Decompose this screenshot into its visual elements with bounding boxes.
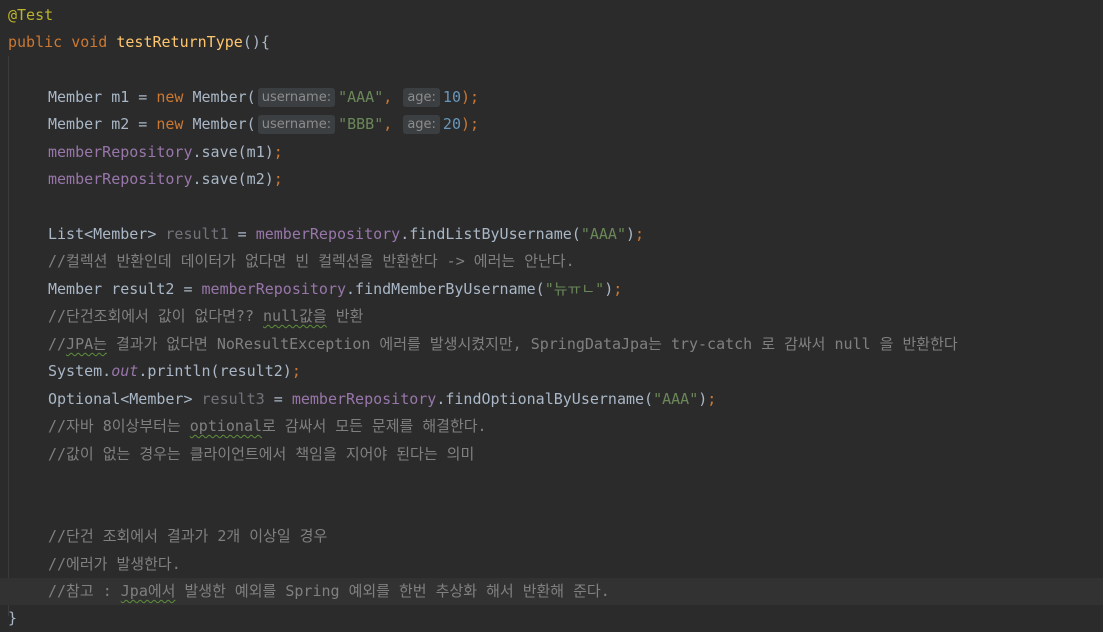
param-hint-age: age: — [403, 115, 440, 134]
save-call: .save(m1) — [192, 143, 274, 161]
param-hint-age: age: — [403, 88, 440, 107]
close-paren: ) — [626, 225, 636, 243]
comma: , — [383, 88, 402, 106]
m1-username-string: "AAA" — [338, 88, 384, 106]
m2-username-string: "BBB" — [338, 115, 384, 133]
code-line-save-m1[interactable]: memberRepository.save(m1); — [0, 139, 1103, 166]
keyword-new: new — [156, 115, 184, 133]
code-line-result2[interactable]: Member result2 = memberRepository.findMe… — [0, 276, 1103, 303]
m2-end: ); — [460, 115, 480, 133]
code-line-close-brace[interactable]: } — [0, 605, 1103, 632]
m1-decl: Member m1 = — [48, 88, 157, 106]
code-line-member-m1[interactable]: Member m1 = new Member(username: "AAA", a… — [0, 84, 1103, 111]
string-literal: "AAA" — [580, 225, 626, 243]
code-editor[interactable]: @Test public void testReturnType(){ Memb… — [0, 0, 1103, 632]
code-line-comment[interactable]: //자바 8이상부터는 optional로 감싸서 모든 문제를 해결한다. — [0, 413, 1103, 440]
comment-text: // — [48, 335, 67, 353]
m2-ctor: Member( — [183, 115, 256, 133]
comment-text: 반환 — [326, 307, 364, 325]
typo-underlined-word: null값을 — [263, 307, 327, 325]
semicolon: ; — [613, 280, 623, 298]
comment-text: //컬렉션 반환인데 데이터가 없다면 빈 컬렉션을 반환한다 -> 에러는 안… — [48, 252, 575, 270]
method-name: testReturnType — [116, 33, 243, 51]
typo-underlined-word: optional — [189, 417, 263, 435]
keyword-void: void — [71, 33, 108, 51]
assign: = — [228, 225, 256, 243]
list-type: List<Member> — [48, 225, 166, 243]
m1-end: ); — [460, 88, 480, 106]
find-member-call: .findMemberByUsername( — [346, 280, 545, 298]
typo-underlined-word: JPA는 — [66, 335, 107, 353]
code-line-annotation[interactable]: @Test — [0, 2, 1103, 29]
comment-text: //단건 조회에서 결과가 2개 이상일 경우 — [48, 527, 328, 545]
comment-text: //값이 없는 경우는 클라이언트에서 책임을 지어야 된다는 의미 — [48, 445, 475, 463]
typo-underlined-word: Jpa에서 — [120, 582, 176, 600]
member-repository-field: memberRepository — [201, 280, 347, 298]
code-line-println[interactable]: System.out.println(result2); — [0, 358, 1103, 385]
code-line-save-m2[interactable]: memberRepository.save(m2); — [0, 166, 1103, 193]
code-line-comment[interactable]: //에러가 발생한다. — [0, 551, 1103, 578]
semicolon: ; — [273, 170, 283, 188]
member-repository-field: memberRepository — [291, 390, 437, 408]
member-repository-field: memberRepository — [255, 225, 401, 243]
comment-text: //자바 8이상부터는 — [48, 417, 190, 435]
semicolon: ; — [291, 362, 301, 380]
close-paren: ) — [604, 280, 614, 298]
system-class: System. — [48, 362, 112, 380]
optional-type: Optional<Member> — [48, 390, 202, 408]
comment-text: //단건조회에서 값이 없다면?? — [48, 307, 264, 325]
code-line-result3[interactable]: Optional<Member> result3 = memberReposit… — [0, 386, 1103, 413]
m1-age-number: 10 — [442, 88, 461, 106]
member-repository-field: memberRepository — [48, 170, 193, 188]
comment-text: 결과가 없다면 NoResultException 에러를 발생시켰지만, Sp… — [106, 335, 958, 353]
member-repository-field: memberRepository — [48, 143, 193, 161]
method-open: (){ — [242, 33, 270, 51]
param-hint-username: username: — [257, 88, 336, 107]
comment-text: //참고 : — [48, 582, 121, 600]
code-line-member-m2[interactable]: Member m2 = new Member(username: "BBB", a… — [0, 111, 1103, 138]
code-line-comment[interactable]: //JPA는 결과가 없다면 NoResultException 에러를 발생시… — [0, 331, 1103, 358]
code-line-comment[interactable]: //단건조회에서 값이 없다면?? null값을 반환 — [0, 303, 1103, 330]
find-list-call: .findListByUsername( — [400, 225, 581, 243]
closing-brace: } — [8, 609, 18, 627]
comment-text: 발생한 예외를 Spring 예외를 한번 추상화 해서 반환해 준다. — [175, 582, 610, 600]
keyword-new: new — [156, 88, 184, 106]
code-line-result1[interactable]: List<Member> result1 = memberRepository.… — [0, 221, 1103, 248]
out-static-field: out — [111, 362, 139, 380]
comment-text: //에러가 발생한다. — [48, 555, 181, 573]
param-hint-username: username: — [257, 115, 336, 134]
code-line-comment[interactable]: //컬렉션 반환인데 데이터가 없다면 빈 컬렉션을 반환한다 -> 에러는 안… — [0, 248, 1103, 275]
code-line-method-signature[interactable]: public void testReturnType(){ — [0, 29, 1103, 56]
test-annotation: @Test — [8, 6, 54, 24]
println-call: .println(result2) — [138, 362, 292, 380]
code-line-current[interactable]: //참고 : Jpa에서 발생한 예외를 Spring 예외를 한번 추상화 해… — [0, 578, 1103, 605]
semicolon: ; — [707, 390, 717, 408]
keyword-public: public — [8, 33, 63, 51]
member-type: Member result2 = — [48, 280, 202, 298]
semicolon: ; — [273, 143, 283, 161]
m2-age-number: 20 — [442, 115, 461, 133]
m2-decl: Member m2 = — [48, 115, 157, 133]
save-call: .save(m2) — [192, 170, 274, 188]
close-paren: ) — [698, 390, 708, 408]
string-literal: "AAA" — [653, 390, 699, 408]
code-line-comment[interactable]: //값이 없는 경우는 클라이언트에서 책임을 지어야 된다는 의미 — [0, 441, 1103, 468]
semicolon: ; — [635, 225, 645, 243]
comma: , — [383, 115, 402, 133]
find-optional-call: .findOptionalByUsername( — [436, 390, 654, 408]
comment-text: 로 감싸서 모든 문제를 해결한다. — [262, 417, 487, 435]
result3-variable: result3 — [201, 390, 265, 408]
result1-variable: result1 — [165, 225, 229, 243]
code-line-comment[interactable]: //단건 조회에서 결과가 2개 이상일 경우 — [0, 523, 1103, 550]
assign: = — [264, 390, 292, 408]
m1-ctor: Member( — [183, 88, 256, 106]
string-literal: "뉴ㅠㄴ" — [544, 280, 605, 298]
